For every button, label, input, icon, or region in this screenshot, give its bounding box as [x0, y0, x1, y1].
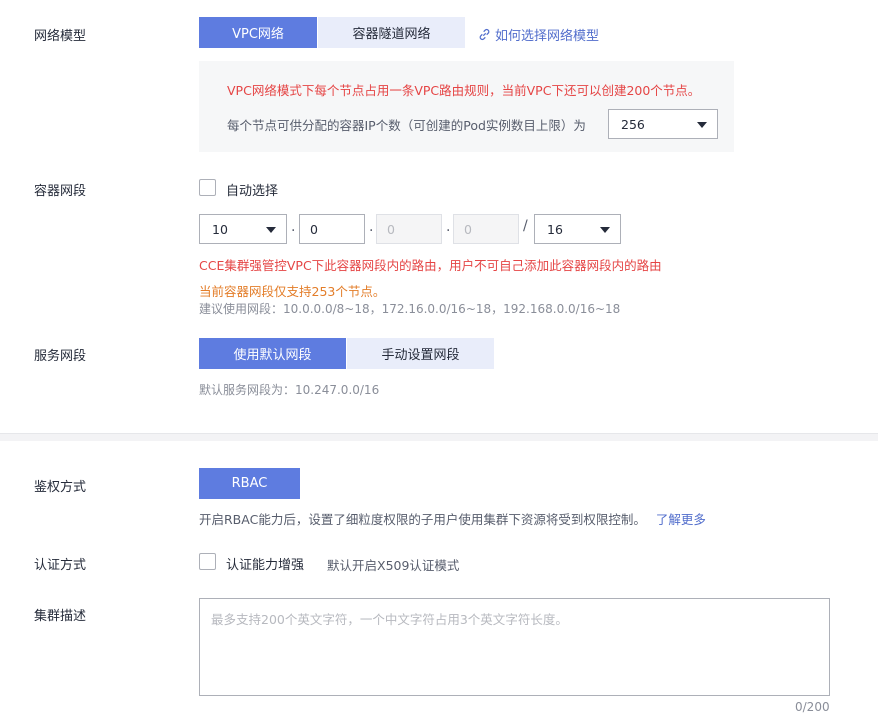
- default-cidr-button[interactable]: 使用默认网段: [199, 338, 346, 369]
- cidr-octet1-value: 10: [212, 221, 228, 237]
- manual-cidr-button[interactable]: 手动设置网段: [347, 338, 494, 369]
- cidr-mask-value: 16: [547, 221, 563, 237]
- vpc-network-button[interactable]: VPC网络: [199, 17, 317, 48]
- section-divider: [0, 433, 878, 441]
- learn-more-link[interactable]: 了解更多: [656, 509, 706, 528]
- container-ip-count-value: 256: [621, 116, 645, 132]
- cidr-route-warning: CCE集群强管控VPC下此容器网段内的路由，用户不可自己添加此容器网段内的路由: [199, 258, 662, 273]
- network-model-info-panel: VPC网络模式下每个节点占用一条VPC路由规则，当前VPC下还可以创建200个节…: [199, 61, 734, 152]
- cluster-description-label: 集群描述: [34, 609, 87, 624]
- network-model-label: 网络模型: [34, 29, 87, 44]
- network-model-help-text: 如何选择网络模型: [495, 29, 600, 44]
- rbac-description: 开启RBAC能力后，设置了细粒度权限的子用户使用集群下资源将受到权限控制。: [199, 512, 646, 527]
- container-ip-count-label: 每个节点可供分配的容器IP个数（可创建的Pod实例数目上限）为: [227, 118, 586, 133]
- chevron-down-icon: [697, 122, 707, 128]
- enhanced-auth-checkbox[interactable]: [199, 553, 216, 570]
- authentication-label: 认证方式: [34, 558, 87, 573]
- tunnel-network-button[interactable]: 容器隧道网络: [318, 17, 465, 48]
- rbac-button[interactable]: RBAC: [199, 468, 300, 499]
- x509-hint: 默认开启X509认证模式: [327, 558, 460, 573]
- cidr-node-notice: 当前容器网段仅支持253个节点。: [199, 284, 386, 299]
- cidr-octet3-input: 0: [376, 214, 442, 244]
- container-ip-count-select[interactable]: 256: [608, 109, 718, 139]
- default-service-cidr-text: 默认服务网段为：10.247.0.0/16: [199, 383, 380, 397]
- cidr-dot-separator: .: [291, 219, 296, 235]
- auth-mode-label: 鉴权方式: [34, 480, 87, 495]
- chevron-down-icon: [266, 227, 276, 233]
- service-cidr-label: 服务网段: [34, 349, 87, 364]
- cidr-octet1-select[interactable]: 10: [199, 214, 287, 244]
- character-counter: 0/200: [795, 700, 830, 714]
- cidr-octet4-input: 0: [453, 214, 519, 244]
- cidr-mask-select[interactable]: 16: [534, 214, 621, 244]
- vpc-route-warning: VPC网络模式下每个节点占用一条VPC路由规则，当前VPC下还可以创建200个节…: [227, 83, 701, 98]
- cluster-description-textarea[interactable]: 最多支持200个英文字符，一个中文字符占用3个英文字符长度。: [199, 598, 830, 696]
- auto-select-label: 自动选择: [226, 184, 279, 199]
- network-model-help-link[interactable]: 如何选择网络模型: [478, 25, 599, 44]
- container-cidr-label: 容器网段: [34, 184, 87, 199]
- chevron-down-icon: [600, 227, 610, 233]
- cidr-dot-separator: .: [446, 219, 451, 235]
- cidr-dot-separator: .: [369, 219, 374, 235]
- auto-select-checkbox[interactable]: [199, 179, 216, 196]
- cidr-suggestion: 建议使用网段：10.0.0.0/8~18，172.16.0.0/16~18，19…: [199, 302, 621, 316]
- cidr-octet2-input[interactable]: 0: [299, 214, 365, 244]
- cidr-slash-separator: /: [523, 218, 528, 234]
- link-icon: [478, 28, 491, 41]
- rbac-description-row: 开启RBAC能力后，设置了细粒度权限的子用户使用集群下资源将受到权限控制。 了解…: [199, 509, 706, 528]
- enhanced-auth-label: 认证能力增强: [226, 558, 305, 573]
